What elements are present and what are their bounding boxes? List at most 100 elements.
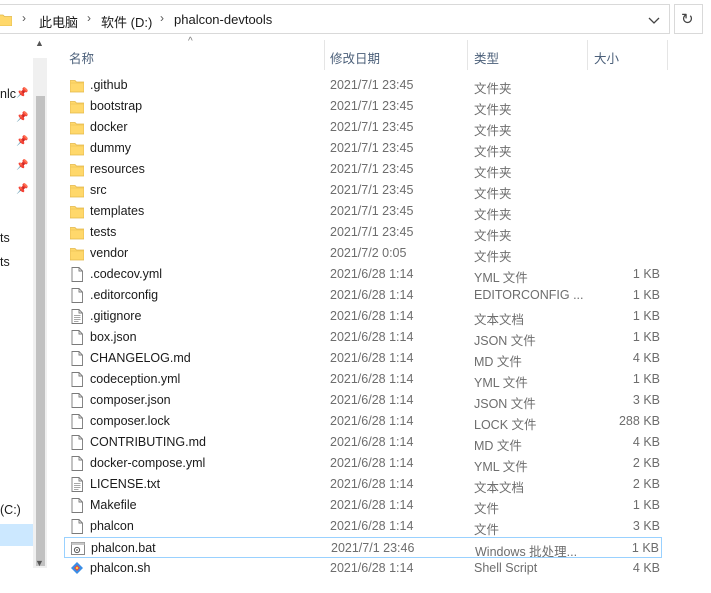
- file-modified: 2021/7/1 23:45: [330, 120, 414, 134]
- file-size: 4 KB: [632, 561, 660, 575]
- file-type: 文件: [474, 502, 500, 516]
- file-name[interactable]: CHANGELOG.md: [90, 351, 191, 365]
- file-modified: 2021/7/1 23:45: [330, 78, 414, 92]
- file-name[interactable]: Makefile: [90, 498, 137, 512]
- file-name[interactable]: phalcon.bat: [91, 541, 156, 555]
- batch-file-icon: [71, 541, 85, 556]
- breadcrumb-drive-d[interactable]: 软件 (D:): [101, 12, 152, 31]
- file-row[interactable]: box.json 2021/6/28 1:14 JSON 文件 1 KB: [64, 327, 662, 348]
- file-name[interactable]: composer.lock: [90, 414, 170, 428]
- file-row[interactable]: vendor 2021/7/2 0:05 文件夹: [64, 243, 662, 264]
- file-type: JSON 文件: [474, 397, 536, 411]
- file-row[interactable]: .editorconfig 2021/6/28 1:14 EDITORCONFIG …: [64, 285, 662, 306]
- column-divider[interactable]: [324, 40, 325, 70]
- file-row[interactable]: Makefile 2021/6/28 1:14 文件 1 KB: [64, 495, 662, 516]
- file-row[interactable]: tests 2021/7/1 23:45 文件夹: [64, 222, 662, 243]
- file-name[interactable]: codeception.yml: [90, 372, 180, 386]
- chevron-down-icon[interactable]: [646, 14, 662, 28]
- nav-item-label[interactable]: ts: [0, 255, 10, 269]
- column-divider[interactable]: [467, 40, 468, 70]
- folder-icon: [69, 162, 85, 177]
- chevron-right-icon[interactable]: ›: [87, 11, 91, 25]
- file-modified: 2021/7/1 23:45: [330, 99, 414, 113]
- file-row[interactable]: composer.lock 2021/6/28 1:14 LOCK 文件 288 KB: [64, 411, 662, 432]
- file-type: 文件夹: [474, 166, 512, 180]
- file-name[interactable]: src: [90, 183, 107, 197]
- file-row[interactable]: src 2021/7/1 23:45 文件夹: [64, 180, 662, 201]
- file-name[interactable]: LICENSE.txt: [90, 477, 160, 491]
- nav-scrollbar-thumb[interactable]: [36, 96, 45, 566]
- file-row[interactable]: phalcon 2021/6/28 1:14 文件 3 KB: [64, 516, 662, 537]
- file-name[interactable]: .gitignore: [90, 309, 141, 323]
- pin-icon: 📌: [16, 184, 29, 195]
- file-row[interactable]: .gitignore 2021/6/28 1:14 文本文档 1 KB: [64, 306, 662, 327]
- file-row[interactable]: phalcon.bat 2021/7/1 23:46 Windows 批处理... 1…: [64, 537, 662, 559]
- nav-item-drive-c[interactable]: (C:): [0, 503, 21, 517]
- file-row[interactable]: LICENSE.txt 2021/6/28 1:14 文本文档 2 KB: [64, 474, 662, 495]
- file-icon: [70, 393, 84, 408]
- file-row[interactable]: templates 2021/7/1 23:45 文件夹: [64, 201, 662, 222]
- file-name[interactable]: CONTRIBUTING.md: [90, 435, 206, 449]
- file-type: 文本文档: [474, 313, 525, 327]
- file-modified: 2021/7/1 23:45: [330, 141, 414, 155]
- breadcrumb-phalcon-devtools[interactable]: phalcon-devtools: [174, 12, 272, 27]
- file-row[interactable]: resources 2021/7/1 23:45 文件夹: [64, 159, 662, 180]
- file-row[interactable]: phalcon.sh 2021/6/28 1:14 Shell Script 4 KB: [64, 558, 662, 579]
- file-name[interactable]: docker: [90, 120, 128, 134]
- file-name[interactable]: tests: [90, 225, 116, 239]
- refresh-button[interactable]: ↻: [674, 4, 703, 34]
- file-modified: 2021/6/28 1:14: [330, 393, 414, 407]
- scroll-up-icon[interactable]: ▲: [35, 38, 44, 48]
- file-name[interactable]: .github: [90, 78, 128, 92]
- file-modified: 2021/7/1 23:46: [331, 541, 415, 555]
- file-name[interactable]: docker-compose.yml: [90, 456, 205, 470]
- file-modified: 2021/6/28 1:14: [330, 498, 414, 512]
- file-type: 文件夹: [474, 145, 512, 159]
- file-row[interactable]: .github 2021/7/1 23:45 文件夹: [64, 75, 662, 96]
- nav-item-label[interactable]: nlc: [0, 87, 16, 101]
- file-row[interactable]: bootstrap 2021/7/1 23:45 文件夹: [64, 96, 662, 117]
- file-type: YML 文件: [474, 271, 528, 285]
- folder-icon: [69, 204, 85, 219]
- chevron-right-icon[interactable]: ›: [160, 11, 164, 25]
- file-name[interactable]: .editorconfig: [90, 288, 158, 302]
- file-name[interactable]: .codecov.yml: [90, 267, 162, 281]
- file-name[interactable]: phalcon: [90, 519, 134, 533]
- file-row[interactable]: CHANGELOG.md 2021/6/28 1:14 MD 文件 4 KB: [64, 348, 662, 369]
- file-row[interactable]: dummy 2021/7/1 23:45 文件夹: [64, 138, 662, 159]
- file-name[interactable]: composer.json: [90, 393, 171, 407]
- address-bar[interactable]: › 此电脑 › 软件 (D:) › phalcon-devtools ↻: [0, 0, 711, 38]
- file-name[interactable]: box.json: [90, 330, 137, 344]
- breadcrumb-this-pc[interactable]: 此电脑: [39, 12, 78, 31]
- shell-script-icon: [70, 561, 84, 576]
- file-name[interactable]: resources: [90, 162, 145, 176]
- file-name[interactable]: dummy: [90, 141, 131, 155]
- nav-item-label[interactable]: ts: [0, 231, 10, 245]
- folder-icon: [69, 120, 85, 135]
- file-size: 1 KB: [632, 330, 660, 344]
- file-row[interactable]: .codecov.yml 2021/6/28 1:14 YML 文件 1 KB: [64, 264, 662, 285]
- column-divider[interactable]: [587, 40, 588, 70]
- file-row[interactable]: docker 2021/7/1 23:45 文件夹: [64, 117, 662, 138]
- file-name[interactable]: vendor: [90, 246, 128, 260]
- file-row[interactable]: codeception.yml 2021/6/28 1:14 YML 文件 1 KB: [64, 369, 662, 390]
- file-name[interactable]: phalcon.sh: [90, 561, 150, 575]
- file-row[interactable]: composer.json 2021/6/28 1:14 JSON 文件 3 KB: [64, 390, 662, 411]
- file-name[interactable]: templates: [90, 204, 144, 218]
- file-icon: [70, 288, 84, 303]
- folder-icon: [69, 141, 85, 156]
- chevron-right-icon[interactable]: ›: [22, 11, 26, 25]
- file-size: 3 KB: [632, 519, 660, 533]
- column-divider[interactable]: [667, 40, 668, 70]
- file-modified: 2021/7/1 23:45: [330, 183, 414, 197]
- file-modified: 2021/7/1 23:45: [330, 204, 414, 218]
- file-row[interactable]: CONTRIBUTING.md 2021/6/28 1:14 MD 文件 4 KB: [64, 432, 662, 453]
- folder-icon: [69, 99, 85, 114]
- file-row[interactable]: docker-compose.yml 2021/6/28 1:14 YML 文件 2 …: [64, 453, 662, 474]
- file-name[interactable]: bootstrap: [90, 99, 142, 113]
- address-box[interactable]: › 此电脑 › 软件 (D:) › phalcon-devtools: [0, 4, 670, 34]
- file-size: 1 KB: [632, 267, 660, 281]
- scroll-down-icon[interactable]: ▼: [35, 558, 44, 568]
- file-modified: 2021/6/28 1:14: [330, 456, 414, 470]
- file-type: 文件夹: [474, 229, 512, 243]
